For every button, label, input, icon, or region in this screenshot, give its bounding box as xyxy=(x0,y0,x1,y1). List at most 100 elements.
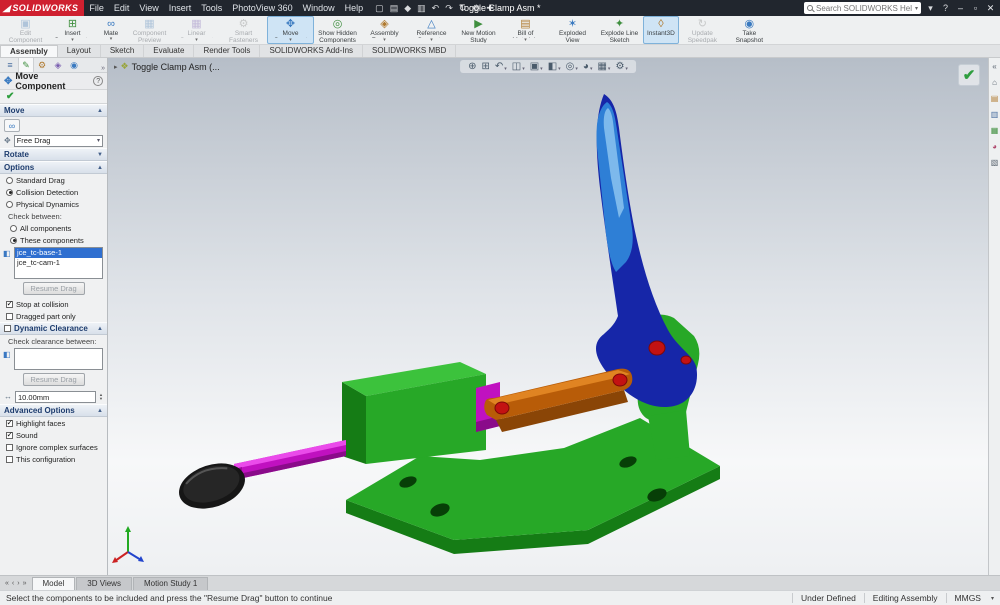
pane-split-last-icon[interactable]: » xyxy=(23,580,27,587)
manager-tabs-overflow-icon[interactable]: » xyxy=(101,65,107,72)
ribbon-take-snapshot-button[interactable]: ◉Take Snapshot xyxy=(726,16,773,44)
save-icon[interactable]: ◆ xyxy=(401,3,414,14)
arm-pivot-pin[interactable] xyxy=(681,356,691,364)
propertymanager-tab[interactable]: ✎ xyxy=(18,57,34,72)
undo-icon[interactable]: ↶ xyxy=(429,3,443,14)
move-section-header[interactable]: Move ▲ xyxy=(0,104,107,117)
menu-tools[interactable]: Tools xyxy=(196,0,227,16)
tab-render-tools[interactable]: Render Tools xyxy=(194,45,260,57)
list-item[interactable]: jce_tc-base-1 xyxy=(15,248,102,258)
bottom-tab-model[interactable]: Model xyxy=(32,577,76,590)
view-settings-icon[interactable]: ⚙▾ xyxy=(613,61,629,72)
pane-split-first-icon[interactable]: « xyxy=(5,580,9,587)
edit-appearance-icon[interactable]: ◕▾ xyxy=(581,61,595,72)
handle-pivot-pin[interactable] xyxy=(649,341,665,355)
close-icon[interactable]: ✕ xyxy=(983,0,998,16)
bottom-tab-3d-views[interactable]: 3D Views xyxy=(76,577,132,590)
ribbon-insert-components-button[interactable]: ⊞Insert Components▾ xyxy=(49,16,96,44)
previous-view-icon[interactable]: ↶▾ xyxy=(493,61,509,72)
graphics-viewport[interactable]: ▸ ❖ Toggle Clamp Asm (... ⊕⊞↶▾◫▾▣▾◧▾◎▾◕▾… xyxy=(108,58,988,575)
tab-evaluate[interactable]: Evaluate xyxy=(144,45,194,57)
file-explorer-icon[interactable]: ▥ xyxy=(991,110,999,119)
appearances-icon[interactable]: ◕ xyxy=(992,142,997,151)
tab-sketch[interactable]: Sketch xyxy=(101,45,144,57)
tab-solidworks-add-ins[interactable]: SOLIDWORKS Add-Ins xyxy=(260,45,363,57)
list-item[interactable]: jce_tc-cam-1 xyxy=(15,258,102,268)
display-manager-tab[interactable]: ◉ xyxy=(66,58,82,72)
dimxpert-manager-tab[interactable]: ◈ xyxy=(50,58,66,72)
help-icon[interactable]: ? xyxy=(938,0,953,16)
tab-assembly[interactable]: Assembly xyxy=(0,45,58,57)
design-library-icon[interactable]: ▤ xyxy=(991,94,999,103)
custom-properties-icon[interactable]: ▧ xyxy=(991,158,999,167)
solidworks-resources-icon[interactable]: ⌂ xyxy=(992,78,997,87)
view-orientation-icon[interactable]: ▣▾ xyxy=(528,61,545,72)
menu-help[interactable]: Help xyxy=(340,0,369,16)
pm-radio-all-components[interactable]: All components xyxy=(0,222,107,234)
pm-checkbox-highlight-faces[interactable]: Highlight faces xyxy=(0,417,107,429)
redo-icon[interactable]: ↷ xyxy=(442,3,456,14)
clearance-value-field[interactable]: 10.00mm xyxy=(15,391,96,403)
confirmation-corner-ok[interactable]: ✔ xyxy=(958,64,980,86)
menu-file[interactable]: File xyxy=(84,0,109,16)
clearance-components-list[interactable] xyxy=(14,348,103,370)
tab-layout[interactable]: Layout xyxy=(58,45,101,57)
ribbon-show-hidden-components-button[interactable]: ◎Show Hidden Components xyxy=(314,16,361,44)
link-pin-right[interactable] xyxy=(613,374,627,386)
dynamic-clearance-checkbox[interactable] xyxy=(4,325,11,332)
menu-insert[interactable]: Insert xyxy=(164,0,197,16)
resume-drag-button[interactable]: Resume Drag xyxy=(23,282,85,295)
tab-solidworks-mbd[interactable]: SOLIDWORKS MBD xyxy=(363,45,456,57)
pm-help-icon[interactable]: ? xyxy=(93,76,103,86)
apply-scene-icon[interactable]: ▦▾ xyxy=(595,61,612,72)
section-view-icon[interactable]: ◫▾ xyxy=(510,61,527,72)
ribbon-explode-line-sketch-button[interactable]: ✦Explode Line Sketch xyxy=(596,16,643,44)
pm-checkbox-sound[interactable]: Sound xyxy=(0,429,107,441)
ribbon-new-motion-study-button[interactable]: ▶New Motion Study xyxy=(455,16,502,44)
ribbon-bill-of-materials-button[interactable]: ▤Bill of Materials▾ xyxy=(502,16,549,44)
hide-show-items-icon[interactable]: ◎▾ xyxy=(564,61,580,72)
search-input[interactable] xyxy=(816,4,912,13)
zoom-area-icon[interactable]: ⊞ xyxy=(479,61,491,72)
spinner-arrows-icon[interactable]: ▲▼ xyxy=(99,393,103,401)
ribbon-exploded-view-button[interactable]: ✶Exploded View xyxy=(549,16,596,44)
display-style-icon[interactable]: ◧▾ xyxy=(546,61,563,72)
dynamic-clearance-header[interactable]: Dynamic Clearance ▲ xyxy=(0,322,107,335)
ribbon-move-component-button[interactable]: ✥Move Component▾ xyxy=(267,16,314,44)
ribbon-instant3d-button[interactable]: ◊Instant3D xyxy=(643,16,679,44)
units-dropdown-icon[interactable]: ▾ xyxy=(989,595,994,602)
pm-checkbox-dragged-part-only[interactable]: Dragged part only xyxy=(0,310,107,322)
menu-edit[interactable]: Edit xyxy=(109,0,135,16)
pane-split-prev-icon[interactable]: ‹ xyxy=(12,580,14,587)
minimize-icon[interactable]: – xyxy=(953,0,968,16)
pm-radio-standard-drag[interactable]: Standard Drag xyxy=(0,174,107,186)
menu-photoview-360[interactable]: PhotoView 360 xyxy=(227,0,297,16)
ribbon-assembly-features-button[interactable]: ◈Assembly Features▾ xyxy=(361,16,408,44)
pm-checkbox-this-configuration[interactable]: This configuration xyxy=(0,453,107,465)
pm-radio-physical-dynamics[interactable]: Physical Dynamics xyxy=(0,198,107,210)
rotate-section-header[interactable]: Rotate ▼ xyxy=(0,148,107,161)
search-scope-caret-icon[interactable]: ▾ xyxy=(915,5,918,12)
menu-window[interactable]: Window xyxy=(298,0,340,16)
new-document-icon[interactable]: ▢ xyxy=(372,3,387,14)
flyout-expand-icon[interactable]: ▸ xyxy=(114,63,118,71)
clearance-resume-drag-button[interactable]: Resume Drag xyxy=(23,373,85,386)
smartmates-icon[interactable]: ∞ xyxy=(4,119,20,132)
view-palette-icon[interactable]: ▦ xyxy=(991,126,999,135)
search-options-icon[interactable]: ▾ xyxy=(923,0,938,16)
flyout-featuremanager[interactable]: ▸ ❖ Toggle Clamp Asm (... xyxy=(114,61,220,72)
options-section-header[interactable]: Options ▲ xyxy=(0,161,107,174)
pm-checkbox-stop-at-collision[interactable]: Stop at collision xyxy=(0,298,107,310)
link-pin-left[interactable] xyxy=(495,402,509,414)
collapse-taskpane-icon[interactable]: « xyxy=(992,62,996,71)
pm-ok-button[interactable]: ✔ xyxy=(0,90,107,104)
ribbon-mate-button[interactable]: ∞Mate▾ xyxy=(96,16,126,44)
pm-radio-collision-detection[interactable]: Collision Detection xyxy=(0,186,107,198)
move-mode-select[interactable]: Free Drag ▾ xyxy=(14,135,103,147)
menu-view[interactable]: View xyxy=(134,0,163,16)
pm-checkbox-ignore-complex-surfaces[interactable]: Ignore complex surfaces xyxy=(0,441,107,453)
print-icon[interactable]: ▥ xyxy=(414,3,429,14)
ribbon-reference-geometry-button[interactable]: △Reference Geometry▾ xyxy=(408,16,455,44)
featuremanager-tree-tab[interactable]: ≡ xyxy=(2,58,18,72)
open-icon[interactable]: ▤ xyxy=(387,3,402,14)
